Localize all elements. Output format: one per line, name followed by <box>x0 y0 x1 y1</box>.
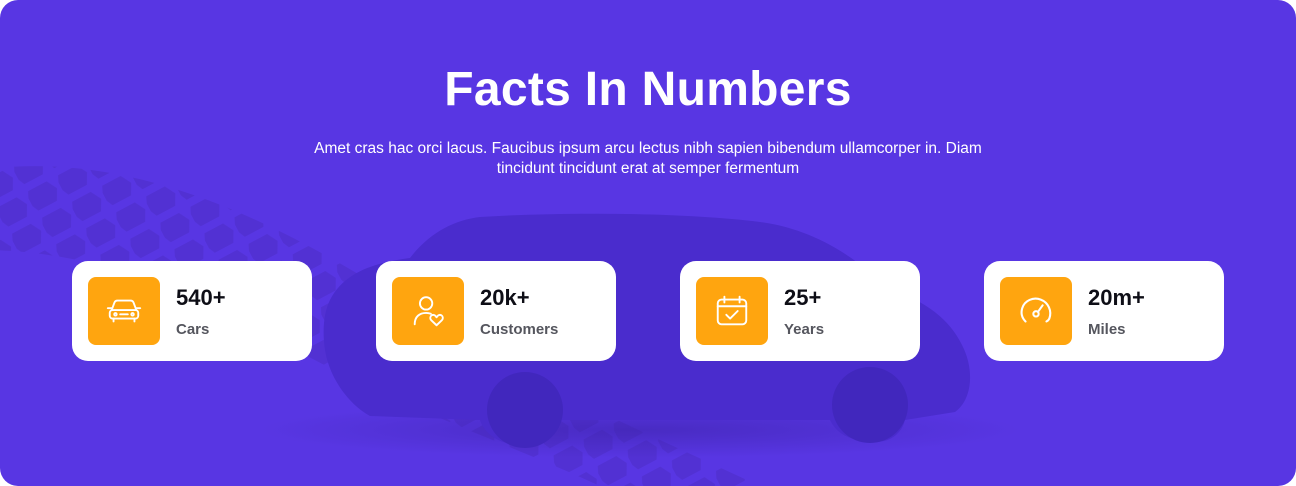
car-icon <box>106 299 142 323</box>
stat-label: Years <box>784 321 825 338</box>
calendar-check-icon <box>716 295 748 326</box>
stat-icon-box <box>1000 277 1072 345</box>
stat-icon-box <box>392 277 464 345</box>
facts-section: Facts In Numbers Amet cras hac orci lacu… <box>0 0 1296 486</box>
stat-card-years: 25+ Years <box>680 261 920 361</box>
stat-card-miles: 20m+ Miles <box>984 261 1224 361</box>
stat-value: 20m+ <box>1088 285 1145 310</box>
stat-label: Cars <box>176 321 210 338</box>
stat-label: Customers <box>480 321 559 338</box>
stat-card-cars: 540+ Cars <box>72 261 312 361</box>
stat-card-customers: 20k+ Customers <box>376 261 616 361</box>
speedometer-icon <box>1020 297 1052 323</box>
stat-value: 20k+ <box>480 285 530 310</box>
stat-value: 540+ <box>176 285 226 310</box>
stat-icon-box <box>88 277 160 345</box>
stat-label: Miles <box>1088 321 1126 338</box>
section-subtitle: Amet cras hac orci lacus. Faucibus ipsum… <box>314 140 982 177</box>
section-title: Facts In Numbers <box>444 63 852 116</box>
user-heart-icon <box>413 296 444 327</box>
stat-value: 25+ <box>784 285 822 310</box>
stat-icon-box <box>696 277 768 345</box>
